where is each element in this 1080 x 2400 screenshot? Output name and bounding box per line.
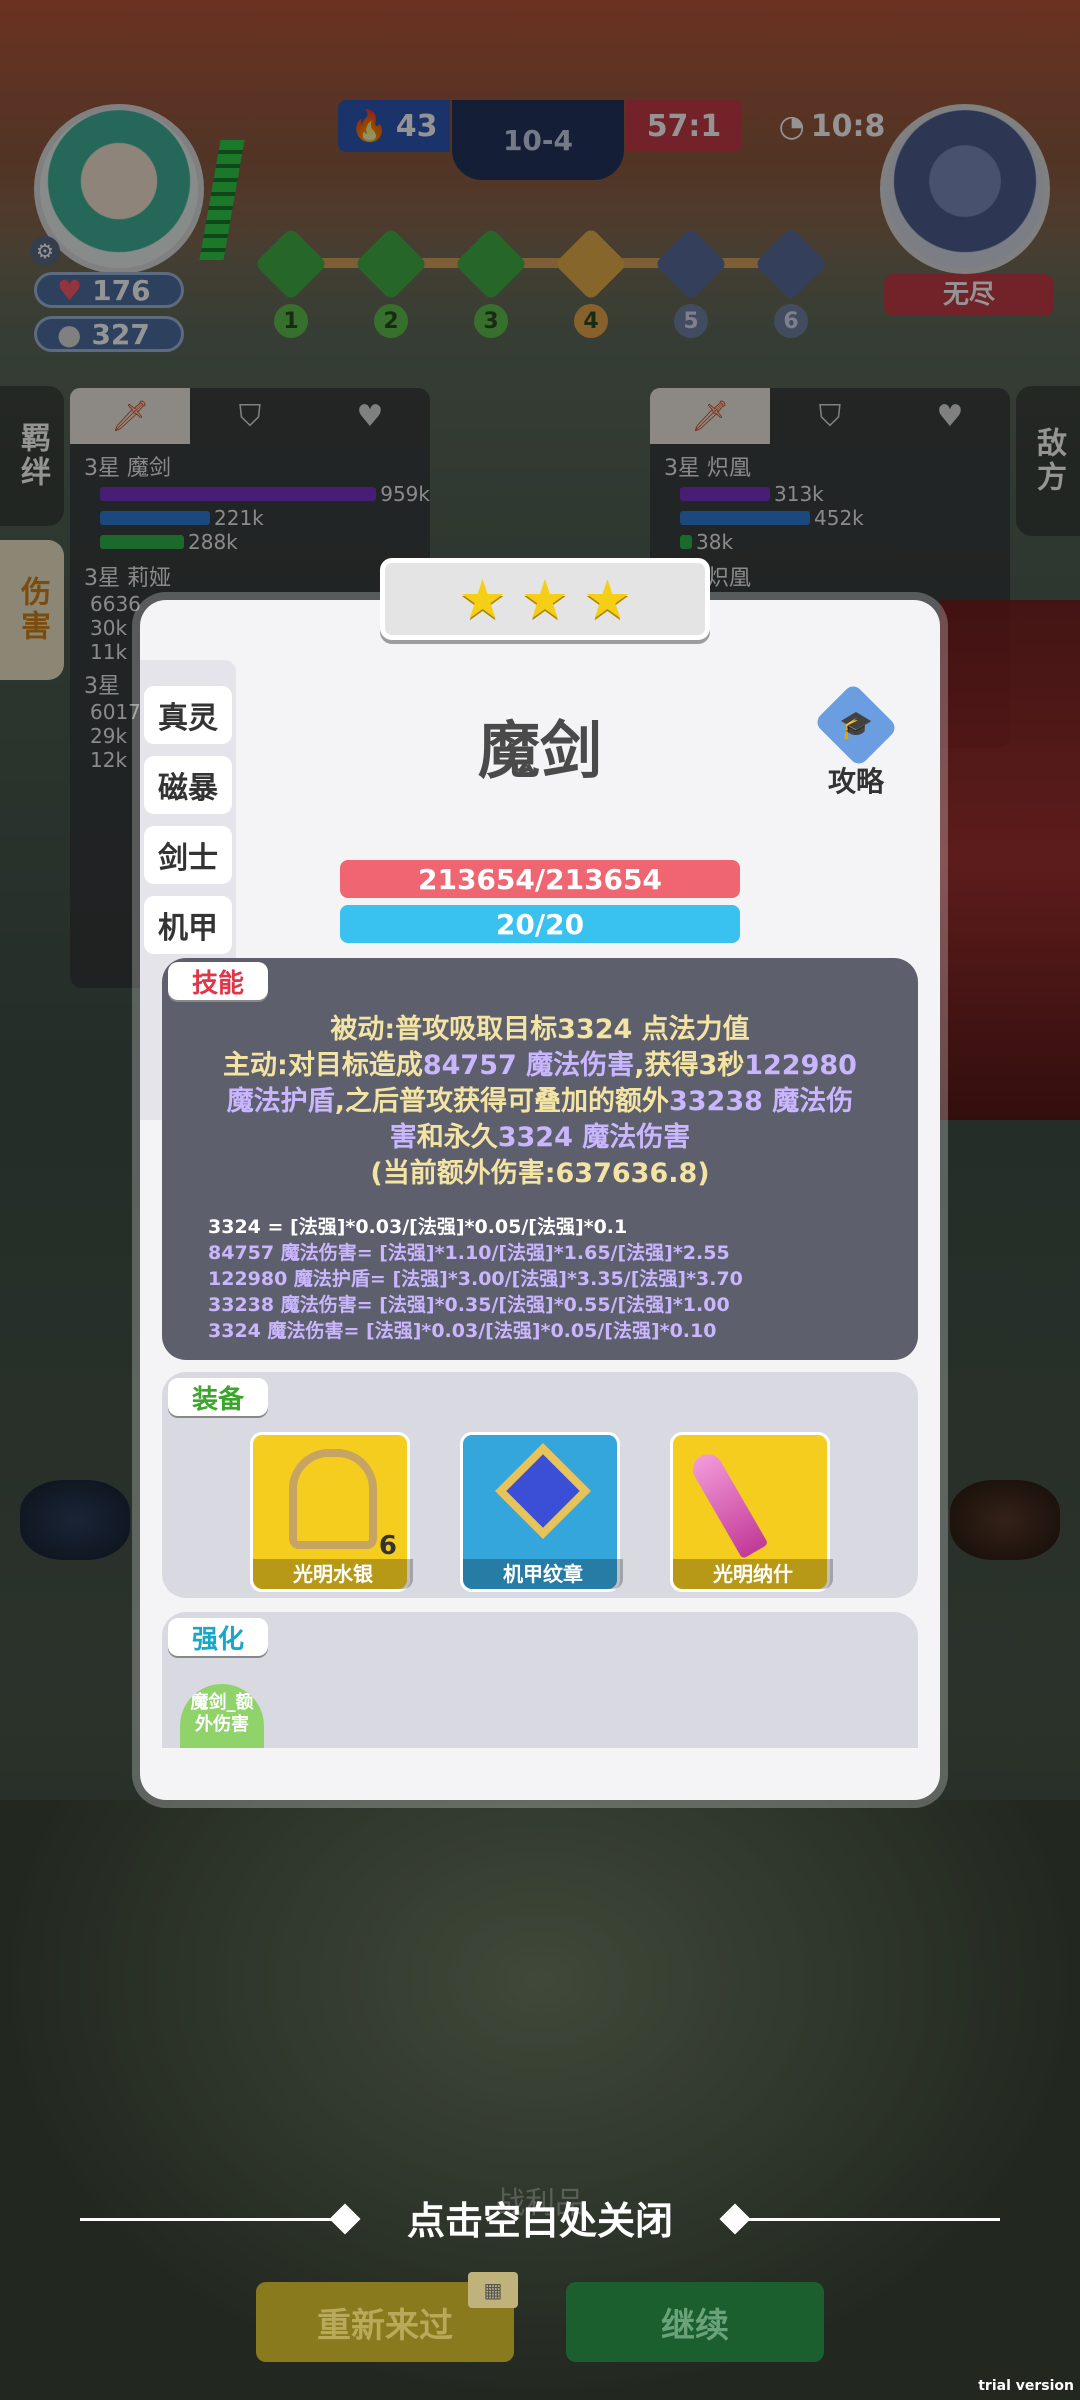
- formula-line: 3324 = [法强]*0.03/[法强]*0.05/[法强]*0.1: [208, 1216, 628, 1238]
- emblem-icon: [494, 1442, 592, 1540]
- trait-tab-3[interactable]: 剑士: [144, 826, 232, 884]
- skill-formulas: 3324 = [法强]*0.03/[法强]*0.05/[法强]*0.1 8475…: [208, 1214, 908, 1344]
- enhance-tag: 强化: [168, 1618, 268, 1656]
- dagger-icon: [687, 1448, 769, 1560]
- continue-button[interactable]: 继续: [566, 2282, 824, 2362]
- skill-current-bonus: (当前额外伤害:637636.8): [370, 1158, 710, 1189]
- equipment-tag: 装备: [168, 1378, 268, 1416]
- unit-hp-bar: 213654/213654: [340, 860, 740, 898]
- trait-tab-2[interactable]: 磁暴: [144, 756, 232, 814]
- star-rating: ★ ★ ★: [380, 558, 710, 640]
- trait-tab-4[interactable]: 机甲: [144, 896, 232, 954]
- skill-description: 被动:普攻吸取目标3324 点法力值 主动:对目标造成84757 魔法伤害,获得…: [180, 1012, 900, 1192]
- equip-name: 机甲纹章: [463, 1559, 623, 1589]
- skill-active: 主动:对目标造成84757 魔法伤害,获得3秒122980 魔法护盾,之后普攻获…: [180, 1048, 900, 1156]
- unit-title: 魔剑: [477, 714, 602, 787]
- skill-value: 3324 魔法伤害: [497, 1122, 691, 1153]
- formula-line: 3324 魔法伤害= [法强]*0.03/[法强]*0.05/[法强]*0.10: [208, 1320, 717, 1342]
- graduation-cap-icon: 🎓: [813, 682, 899, 768]
- star-icon: ★: [520, 567, 570, 631]
- unit-hp-value: 213654/213654: [417, 862, 662, 896]
- unit-mana-bar: 20/20: [340, 905, 740, 943]
- trait-tab-1[interactable]: 真灵: [144, 686, 232, 744]
- guide-button[interactable]: 🎓 攻略: [806, 682, 906, 800]
- helmet-icon: [289, 1449, 377, 1549]
- skill-text: ,之后普攻获得可叠加的额外: [334, 1086, 669, 1117]
- guide-label: 攻略: [827, 765, 884, 798]
- skill-value: 122980: [744, 1050, 857, 1081]
- game-screen: ⚙ ♥ 176 ● 327 🔥 43 10-4 57:1 ◔ 10:8 1 2 3 4 …: [0, 0, 1080, 2400]
- skill-tag: 技能: [168, 962, 268, 1000]
- skill-value: 33238 魔法伤: [668, 1086, 854, 1117]
- skill-text: 主动:对目标造成: [223, 1050, 423, 1081]
- equip-slot-2[interactable]: 机甲纹章: [460, 1432, 623, 1592]
- retry-label: 重新来过: [317, 2305, 453, 2346]
- star-icon: ★: [458, 567, 507, 631]
- skill-value: 害: [389, 1122, 417, 1153]
- equip-slot-1[interactable]: 6 光明水银: [250, 1432, 413, 1592]
- star-icon: ★: [583, 567, 632, 631]
- skill-text: 和永久: [416, 1122, 498, 1153]
- skill-value: 84757 魔法伤害: [422, 1050, 635, 1081]
- equip-count: 6: [378, 1531, 397, 1561]
- equip-slot-3[interactable]: 光明纳什: [670, 1432, 833, 1592]
- skill-value: 魔法护盾: [226, 1086, 335, 1117]
- unit-mana-value: 20/20: [495, 907, 585, 941]
- enhance-section: [162, 1612, 918, 1748]
- formula-line: 84757 魔法伤害= [法强]*1.10/[法强]*1.65/[法强]*2.5…: [208, 1242, 730, 1264]
- watermark: trial version: [978, 2378, 1074, 2394]
- skill-passive: 被动:普攻吸取目标3324 点法力值: [330, 1014, 750, 1045]
- formula-line: 33238 魔法伤害= [法强]*0.35/[法强]*0.55/[法强]*1.0…: [208, 1294, 730, 1316]
- equip-name: 光明纳什: [673, 1559, 833, 1589]
- equip-name: 光明水银: [253, 1559, 413, 1589]
- loot-label: 战利品: [495, 2186, 585, 2221]
- retry-button[interactable]: 重新来过 ▦: [256, 2272, 518, 2362]
- skill-text: ,获得3秒: [634, 1050, 745, 1081]
- video-icon: ▦: [468, 2272, 518, 2308]
- formula-line: 122980 魔法护盾= [法强]*3.00/[法强]*3.35/[法强]*3.…: [208, 1268, 743, 1290]
